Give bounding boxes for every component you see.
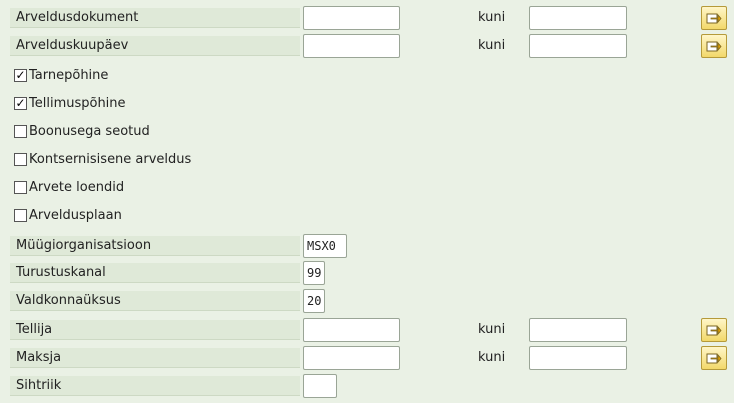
sales-org-row: Müügiorganisatsioon <box>0 234 734 262</box>
sold-to-label: Tellija <box>10 320 300 340</box>
delivery-based-label: Tarnepõhine <box>29 68 109 83</box>
order-based-label: Tellimuspõhine <box>29 96 126 111</box>
destination-country-input[interactable] <box>303 374 337 398</box>
sold-to-to-label: kuni <box>478 322 506 337</box>
payer-from-input[interactable] <box>303 346 400 370</box>
sales-org-label: Müügiorganisatsioon <box>10 236 300 256</box>
billing-date-to-label: kuni <box>478 38 506 53</box>
billing-date-label: Arvelduskuupäev <box>10 36 300 56</box>
billing-document-row: Arveldusdokument kuni <box>0 6 734 34</box>
destination-country-row: Sihtriik <box>0 374 734 402</box>
checkbox-row-rebate: Boonusega seotud <box>0 122 734 150</box>
sold-to-row: Tellija kuni <box>0 318 734 346</box>
order-based-checkbox[interactable]: ✓ <box>14 97 27 110</box>
division-input[interactable] <box>303 289 325 313</box>
payer-label: Maksja <box>10 348 300 368</box>
destination-country-label: Sihtriik <box>10 376 300 396</box>
payer-to-input[interactable] <box>529 346 627 370</box>
arrow-right-icon <box>706 325 722 336</box>
arrow-right-icon <box>706 13 722 24</box>
billing-document-label: Arveldusdokument <box>10 8 300 28</box>
billing-document-to-input[interactable] <box>529 6 627 30</box>
arrow-right-icon <box>706 353 722 364</box>
sold-to-from-input[interactable] <box>303 318 400 342</box>
checkbox-row-invoice-lists: Arvete loendid <box>0 178 734 206</box>
arrow-right-icon <box>706 41 722 52</box>
checkbox-row-delivery: ✓ Tarnepõhine <box>0 66 734 94</box>
invoice-lists-label: Arvete loendid <box>29 180 125 195</box>
checkbox-row-order: ✓ Tellimuspõhine <box>0 94 734 122</box>
distribution-channel-row: Turustuskanal <box>0 261 734 289</box>
billing-date-from-input[interactable] <box>303 34 400 58</box>
billing-date-multiple-selection-button[interactable] <box>701 34 727 58</box>
sold-to-multiple-selection-button[interactable] <box>701 318 727 342</box>
billing-document-to-label: kuni <box>478 10 506 25</box>
checkbox-row-billing-plan: Arveldusplaan <box>0 206 734 234</box>
billing-document-multiple-selection-button[interactable] <box>701 6 727 30</box>
distribution-channel-label: Turustuskanal <box>10 263 300 283</box>
delivery-based-checkbox[interactable]: ✓ <box>14 69 27 82</box>
division-label: Valdkonnaüksus <box>10 291 300 311</box>
billing-date-row: Arvelduskuupäev kuni <box>0 34 734 62</box>
payer-row: Maksja kuni <box>0 346 734 374</box>
payer-to-label: kuni <box>478 350 506 365</box>
intercompany-billing-label: Kontsernisisene arveldus <box>29 152 192 167</box>
sold-to-to-input[interactable] <box>529 318 627 342</box>
billing-document-from-input[interactable] <box>303 6 400 30</box>
billing-plan-label: Arveldusplaan <box>29 208 122 223</box>
division-row: Valdkonnaüksus <box>0 289 734 317</box>
checkbox-row-intercompany: Kontsernisisene arveldus <box>0 150 734 178</box>
distribution-channel-input[interactable] <box>303 261 325 285</box>
rebate-related-label: Boonusega seotud <box>29 124 150 139</box>
payer-multiple-selection-button[interactable] <box>701 346 727 370</box>
intercompany-billing-checkbox[interactable] <box>14 153 27 166</box>
billing-date-to-input[interactable] <box>529 34 627 58</box>
rebate-related-checkbox[interactable] <box>14 125 27 138</box>
invoice-lists-checkbox[interactable] <box>14 181 27 194</box>
billing-plan-checkbox[interactable] <box>14 209 27 222</box>
sales-org-input[interactable] <box>303 234 347 258</box>
